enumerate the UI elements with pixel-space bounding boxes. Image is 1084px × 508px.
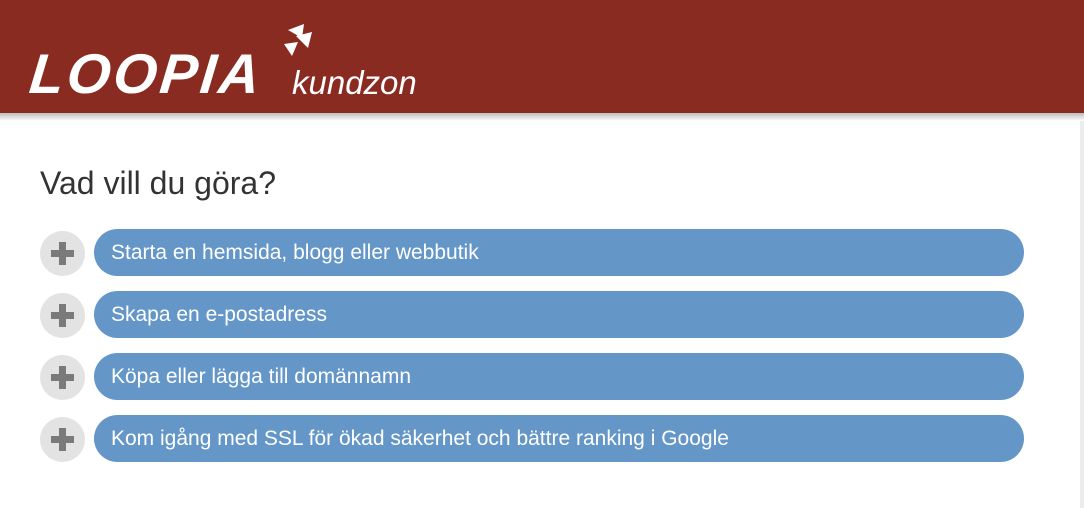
option-email: Skapa en e-postadress — [40, 291, 1025, 339]
option-email-button[interactable]: Skapa en e-postadress — [94, 291, 1024, 338]
options-list: Starta en hemsida, blogg eller webbutik … — [40, 229, 1025, 477]
header-shadow — [0, 113, 1084, 121]
logo-flag-icon — [284, 24, 312, 56]
expand-ssl-button[interactable] — [40, 417, 85, 462]
option-domain: Köpa eller lägga till domännamn — [40, 353, 1025, 401]
option-website-button[interactable]: Starta en hemsida, blogg eller webbutik — [94, 229, 1024, 276]
logo-wordmark: LOOPIA — [26, 42, 267, 105]
expand-email-button[interactable] — [40, 293, 85, 338]
content-border — [1080, 121, 1084, 508]
site-header: LOOPIA kundzon — [0, 0, 1084, 113]
option-domain-button[interactable]: Köpa eller lägga till domännamn — [94, 353, 1024, 400]
plus-icon — [51, 304, 74, 327]
option-website: Starta en hemsida, blogg eller webbutik — [40, 229, 1025, 277]
plus-icon — [51, 242, 74, 265]
option-ssl-button[interactable]: Kom igång med SSL för ökad säkerhet och … — [94, 415, 1024, 462]
page-title: Vad vill du göra? — [40, 165, 276, 201]
logo-subtitle: kundzon — [292, 64, 417, 101]
option-ssl: Kom igång med SSL för ökad säkerhet och … — [40, 415, 1025, 463]
loopia-logo[interactable]: LOOPIA kundzon — [26, 24, 430, 105]
plus-icon — [51, 428, 74, 451]
expand-website-button[interactable] — [40, 231, 85, 276]
plus-icon — [51, 366, 74, 389]
expand-domain-button[interactable] — [40, 355, 85, 400]
